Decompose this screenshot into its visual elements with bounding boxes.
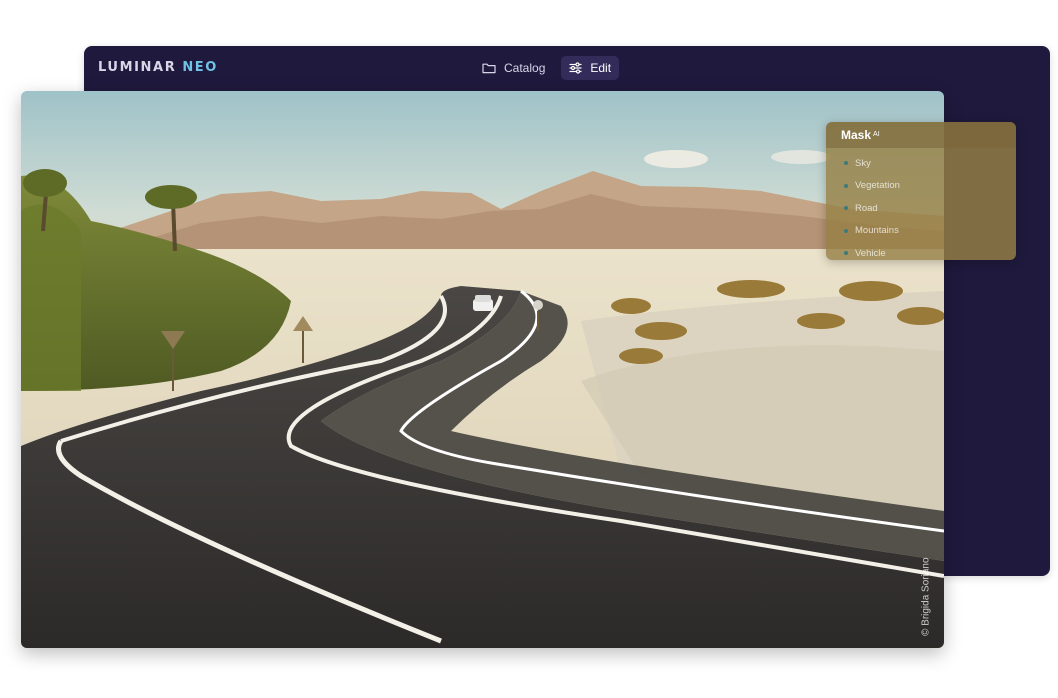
photo-canvas[interactable]: © Brigida Soriano (21, 91, 944, 648)
desert-road-photo (21, 91, 944, 648)
tab-catalog[interactable]: Catalog (474, 56, 553, 80)
bullet-icon (844, 206, 848, 211)
mask-item-road[interactable]: Road (826, 197, 1016, 220)
mask-item-vehicle[interactable]: Vehicle (826, 242, 1016, 260)
bullet-icon (844, 251, 848, 256)
mask-item-label: Sky (855, 157, 871, 169)
photo-credit: © Brigida Soriano (921, 557, 932, 636)
tab-edit[interactable]: Edit (561, 56, 620, 80)
mask-item-sky[interactable]: Sky (826, 152, 1016, 175)
ai-superscript: AI (873, 130, 880, 138)
mask-panel-title: Mask AI (826, 122, 1016, 148)
mask-item-label: Vegetation (855, 180, 900, 192)
mask-item-mountains[interactable]: Mountains (826, 220, 1016, 243)
logo-primary: LUMINAR (98, 60, 177, 75)
sliders-icon (569, 62, 582, 74)
logo-secondary: NEO (182, 60, 218, 75)
top-nav: Catalog Edit (474, 56, 620, 80)
cloud (771, 150, 831, 164)
mask-title-text: Mask (841, 128, 872, 142)
mask-list: Sky Vegetation Road Mountains Vehicle (826, 148, 1016, 260)
mask-item-label: Mountains (855, 225, 899, 237)
bullet-icon (844, 228, 848, 233)
cloud (644, 150, 708, 168)
tab-edit-label: Edit (590, 61, 612, 75)
mask-item-vegetation[interactable]: Vegetation (826, 175, 1016, 198)
mask-item-label: Road (855, 202, 878, 214)
bullet-icon (844, 161, 848, 166)
bullet-icon (844, 183, 848, 188)
mask-item-label: Vehicle (855, 247, 886, 259)
tab-catalog-label: Catalog (504, 61, 546, 75)
folder-icon (482, 62, 496, 74)
luminar-neo-logo: LUMINAR NEO (98, 60, 218, 75)
vehicle-region (473, 295, 493, 311)
mask-ai-panel: Mask AI Sky Vegetation Road Mountains Veh… (826, 122, 1016, 260)
